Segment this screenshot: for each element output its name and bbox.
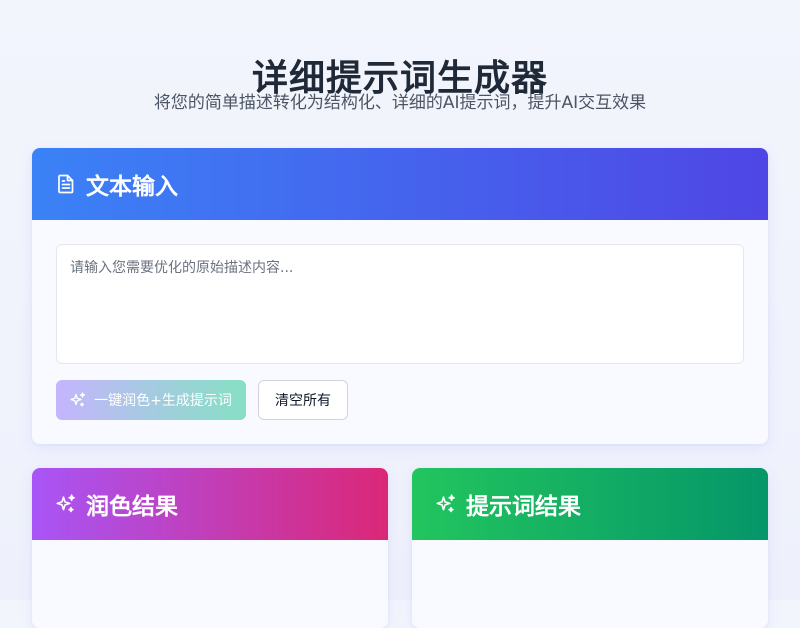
text-input-card-body: 一键润色+生成提示词 清空所有	[32, 220, 768, 444]
text-input-card-title: 文本输入	[86, 174, 178, 200]
text-input-card-header: 文本输入	[32, 148, 768, 220]
description-textarea[interactable]	[56, 244, 744, 364]
sparkles-icon	[56, 494, 76, 514]
sparkles-icon	[70, 392, 86, 408]
page-subtitle: 将您的简单描述转化为结构化、详细的AI提示词，提升AI交互效果	[153, 93, 647, 113]
polish-result-card: 润色结果	[32, 468, 388, 628]
polish-result-content	[32, 540, 388, 628]
polish-result-card-header: 润色结果	[32, 468, 388, 540]
polish-and-generate-button-label: 一键润色+生成提示词	[94, 393, 232, 409]
document-icon	[56, 174, 76, 194]
prompt-result-card: 提示词结果	[412, 468, 768, 628]
prompt-result-content	[412, 540, 768, 628]
prompt-result-card-header: 提示词结果	[412, 468, 768, 540]
polish-result-card-title: 润色结果	[86, 494, 178, 520]
polish-and-generate-button[interactable]: 一键润色+生成提示词	[56, 380, 246, 420]
prompt-result-card-title: 提示词结果	[466, 494, 581, 520]
sparkles-icon	[436, 494, 456, 514]
clear-all-button[interactable]: 清空所有	[258, 380, 348, 420]
text-input-card: 文本输入 一键润色+生成提示词 清空所有	[32, 148, 768, 444]
